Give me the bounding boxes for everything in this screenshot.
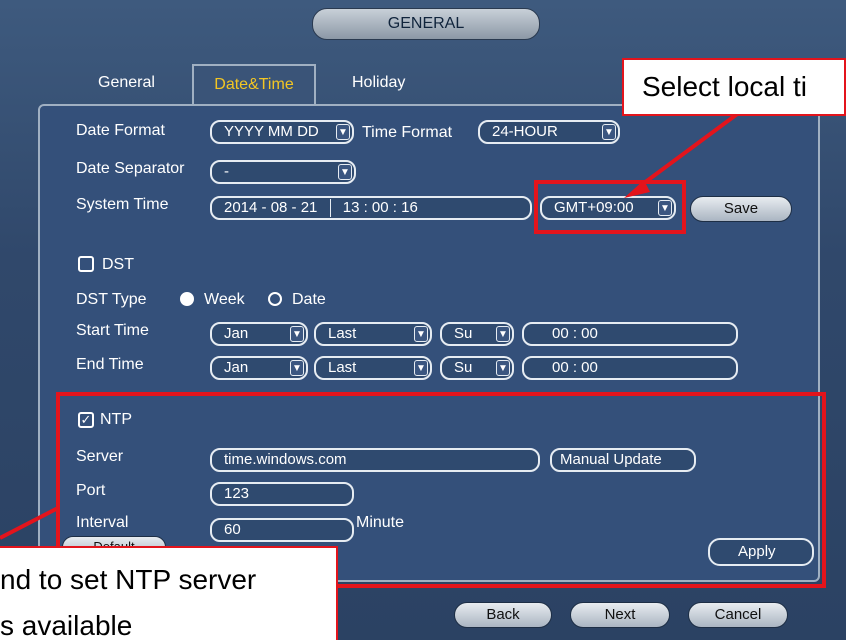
end-time-input[interactable]: 00 : 00 <box>522 356 738 380</box>
chevron-down-icon: ▼ <box>496 360 510 376</box>
save-button[interactable]: Save <box>690 196 792 222</box>
dst-type-date-radio[interactable] <box>268 292 282 306</box>
time-format-label: Time Format <box>362 124 453 141</box>
server-label: Server <box>76 448 124 465</box>
chevron-down-icon: ▼ <box>658 200 672 216</box>
ntp-checkbox[interactable]: ✓ <box>78 412 94 428</box>
ntp-label: NTP <box>100 411 132 428</box>
chevron-down-icon: ▼ <box>338 164 352 180</box>
next-button[interactable]: Next <box>570 602 670 628</box>
dst-label: DST <box>102 256 134 273</box>
date-separator-label: Date Separator <box>76 160 185 177</box>
start-time-label: Start Time <box>76 322 149 339</box>
apply-button[interactable]: Apply <box>708 538 814 566</box>
field-divider <box>329 199 331 218</box>
end-week-select[interactable]: Last ▼ <box>314 356 432 380</box>
manual-update-button[interactable]: Manual Update <box>550 448 696 472</box>
end-month-value: Jan <box>224 359 249 376</box>
dst-type-label: DST Type <box>76 291 147 308</box>
date-format-select[interactable]: YYYY MM DD ▼ <box>210 120 354 144</box>
dst-type-date-label: Date <box>292 291 326 308</box>
start-month-value: Jan <box>224 325 249 342</box>
end-week-value: Last <box>328 359 357 376</box>
end-day-select[interactable]: Su ▼ <box>440 356 514 380</box>
dst-checkbox[interactable] <box>78 256 94 272</box>
start-week-select[interactable]: Last ▼ <box>314 322 432 346</box>
interval-label: Interval <box>76 514 129 531</box>
timezone-callout: Select local ti <box>622 58 846 116</box>
chevron-down-icon: ▼ <box>290 360 304 376</box>
back-button[interactable]: Back <box>454 602 552 628</box>
tab-holiday[interactable]: Holiday <box>352 74 405 92</box>
ntp-callout: nd to set NTP server s available <box>0 546 338 640</box>
date-format-value: YYYY MM DD <box>224 123 319 140</box>
system-time-date: 2014 - 08 - 21 <box>224 199 318 216</box>
date-separator-value: - <box>224 163 229 180</box>
chevron-down-icon: ▼ <box>602 124 616 140</box>
ntp-callout-line2: s available <box>0 610 133 640</box>
interval-unit-label: Minute <box>356 514 405 531</box>
chevron-down-icon: ▼ <box>290 326 304 342</box>
time-format-select[interactable]: 24-HOUR ▼ <box>478 120 620 144</box>
system-time-input[interactable]: 2014 - 08 - 21 13 : 00 : 16 <box>210 196 532 220</box>
system-time-clock: 13 : 00 : 16 <box>342 199 418 216</box>
chevron-down-icon: ▼ <box>414 360 428 376</box>
tab-date-time[interactable]: Date&Time <box>192 64 316 104</box>
date-separator-select[interactable]: - ▼ <box>210 160 356 184</box>
dst-type-week-radio[interactable] <box>180 292 194 306</box>
ntp-callout-line1: nd to set NTP server <box>0 564 257 595</box>
end-time-label: End Time <box>76 356 144 373</box>
ntp-server-input[interactable]: time.windows.com <box>210 448 540 472</box>
port-label: Port <box>76 482 106 499</box>
start-time-input[interactable]: 00 : 00 <box>522 322 738 346</box>
chevron-down-icon: ▼ <box>336 124 350 140</box>
cancel-button[interactable]: Cancel <box>688 602 788 628</box>
start-week-value: Last <box>328 325 357 342</box>
ntp-interval-input[interactable]: 60 <box>210 518 354 542</box>
date-format-label: Date Format <box>76 122 165 139</box>
end-day-value: Su <box>454 359 473 376</box>
start-day-select[interactable]: Su ▼ <box>440 322 514 346</box>
dst-type-week-label: Week <box>204 291 245 308</box>
ntp-port-input[interactable]: 123 <box>210 482 354 506</box>
window-title: GENERAL <box>312 8 540 40</box>
timezone-select[interactable]: GMT+09:00 ▼ <box>540 196 676 220</box>
chevron-down-icon: ▼ <box>414 326 428 342</box>
start-month-select[interactable]: Jan ▼ <box>210 322 308 346</box>
end-month-select[interactable]: Jan ▼ <box>210 356 308 380</box>
timezone-callout-text: Select local ti <box>642 71 807 102</box>
start-day-value: Su <box>454 325 473 342</box>
time-format-value: 24-HOUR <box>492 123 558 140</box>
chevron-down-icon: ▼ <box>496 326 510 342</box>
system-time-label: System Time <box>76 196 169 213</box>
tab-general[interactable]: General <box>98 74 155 92</box>
timezone-value: GMT+09:00 <box>554 199 634 216</box>
